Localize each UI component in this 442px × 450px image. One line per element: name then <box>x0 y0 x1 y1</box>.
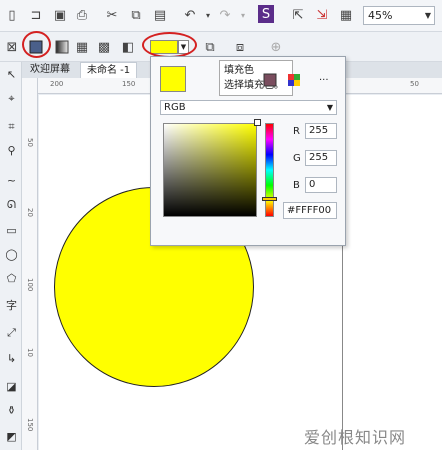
hue-slider-thumb[interactable] <box>262 197 277 201</box>
watermark-text: 爱创根知识网 <box>304 428 407 447</box>
copy-icon[interactable]: ⧉ <box>126 5 146 25</box>
chevron-down-icon: ▼ <box>424 11 431 20</box>
bitmap-pattern-fill-icon[interactable]: ▩ <box>94 37 114 57</box>
vector-pattern-fill-icon[interactable]: ▦ <box>72 37 92 57</box>
zoom-level-select[interactable]: 45% ▼ <box>363 6 435 25</box>
pick-tool-icon[interactable]: ↖ <box>3 66 20 83</box>
cut-icon[interactable]: ✂ <box>102 5 122 25</box>
ruler-mark: 50 <box>26 138 34 147</box>
r-value-field[interactable]: 255 <box>305 123 337 139</box>
r-label: R <box>293 126 300 137</box>
eyedropper-tool-icon[interactable]: ⚱ <box>3 402 20 419</box>
color-saturation-field[interactable] <box>163 123 257 217</box>
zoom-level-value: 45% <box>368 9 393 22</box>
ruler-mark: 10 <box>26 348 34 357</box>
tooltip-description: 选择填充色。 <box>224 80 284 91</box>
interactive-fill-tool-icon[interactable]: ◩ <box>3 428 20 445</box>
import-icon[interactable]: ⇱ <box>288 5 308 25</box>
current-color-preview <box>160 66 186 92</box>
ruler-mark: 200 <box>50 80 64 88</box>
artistic-media-tool-icon[interactable]: ᘏ <box>3 196 20 213</box>
color-viewer-icon[interactable] <box>263 73 277 87</box>
export-icon[interactable]: ⇲ <box>312 5 332 25</box>
standard-toolbar: ▯ ⊐ ▣ ⎙ ✂ ⧉ ▤ ↶ ▾ ↷ ▾ S ⇱ ⇲ ▦ 45% ▼ <box>0 0 442 32</box>
shape-tool-icon[interactable]: ⌖ <box>3 90 20 107</box>
g-label: G <box>293 153 301 164</box>
ruler-mark: 150 <box>26 418 34 432</box>
publish-pdf-icon[interactable]: ▦ <box>336 5 356 25</box>
hex-value-field[interactable]: #FFFF00 <box>283 202 337 219</box>
vertical-ruler: 50 20 100 10 150 <box>22 78 38 450</box>
tooltip-title: 填充色 <box>224 65 254 76</box>
color-model-select[interactable]: RGB ▼ <box>160 100 337 115</box>
fountain-fill-square-icon <box>55 40 69 54</box>
copy-fill-icon[interactable]: ⧉ <box>200 37 220 57</box>
tab-untitled[interactable]: 未命名 -1 <box>80 62 138 78</box>
edit-fill-icon[interactable]: ⧈ <box>230 37 250 57</box>
connector-tool-icon[interactable]: ↳ <box>3 350 20 367</box>
two-color-pattern-fill-icon[interactable]: ◧ <box>118 37 138 57</box>
open-folder-icon[interactable]: ⊐ <box>26 5 46 25</box>
no-fill-icon[interactable]: ⊠ <box>2 37 22 57</box>
fountain-fill-icon[interactable] <box>52 37 72 57</box>
more-options-button[interactable]: ··· <box>319 75 329 86</box>
b-label: B <box>293 180 300 191</box>
undo-icon[interactable]: ↶ <box>180 5 200 25</box>
dimension-tool-icon[interactable]: ⤢ <box>3 324 20 341</box>
ruler-mark: 100 <box>26 278 34 292</box>
app-launcher-icon[interactable]: S <box>258 5 274 23</box>
rectangle-tool-icon[interactable]: ▭ <box>3 222 20 239</box>
fill-color-highlight <box>142 32 197 58</box>
new-document-icon[interactable]: ▯ <box>2 5 22 25</box>
chevron-down-icon: ▼ <box>326 103 333 112</box>
ruler-mark: 50 <box>410 80 419 88</box>
freehand-tool-icon[interactable]: ~ <box>3 172 20 189</box>
fill-color-tooltip: 填充色 选择填充色。 <box>219 60 293 96</box>
add-icon[interactable]: ⊕ <box>266 37 286 57</box>
fill-color-popup: 填充色 选择填充色。 ··· RGB ▼ R 255 G 255 B 0 #FF… <box>150 56 346 246</box>
hue-slider[interactable] <box>265 123 274 217</box>
print-icon[interactable]: ⎙ <box>72 5 92 25</box>
toolbox: ↖ ⌖ ⌗ ⚲ ~ ᘏ ▭ ◯ ⬠ 字 ⤢ ↳ ◪ ⚱ ◩ <box>0 62 22 450</box>
ruler-mark: 20 <box>26 208 34 217</box>
color-palettes-icon-graphic <box>288 74 300 86</box>
redo-dropdown-icon[interactable]: ▾ <box>233 5 253 25</box>
save-icon[interactable]: ▣ <box>50 5 70 25</box>
page-border-line <box>342 238 343 450</box>
color-viewer-icon-graphic <box>263 73 277 87</box>
ruler-mark: 150 <box>122 80 136 88</box>
color-model-value: RGB <box>164 102 186 113</box>
ellipse-tool-icon[interactable]: ◯ <box>3 246 20 263</box>
color-palettes-icon[interactable] <box>287 73 301 87</box>
polygon-tool-icon[interactable]: ⬠ <box>3 270 20 287</box>
g-value-field[interactable]: 255 <box>305 150 337 166</box>
paste-icon[interactable]: ▤ <box>150 5 170 25</box>
uniform-fill-highlight <box>22 31 51 58</box>
tab-welcome[interactable]: 欢迎屏幕 <box>24 62 76 78</box>
color-picker-cursor[interactable] <box>254 119 261 126</box>
drop-shadow-tool-icon[interactable]: ◪ <box>3 378 20 395</box>
redo-icon[interactable]: ↷ <box>215 5 235 25</box>
crop-tool-icon[interactable]: ⌗ <box>3 118 20 135</box>
text-tool-icon[interactable]: 字 <box>3 296 20 313</box>
zoom-tool-icon[interactable]: ⚲ <box>3 142 20 159</box>
b-value-field[interactable]: 0 <box>305 177 337 193</box>
